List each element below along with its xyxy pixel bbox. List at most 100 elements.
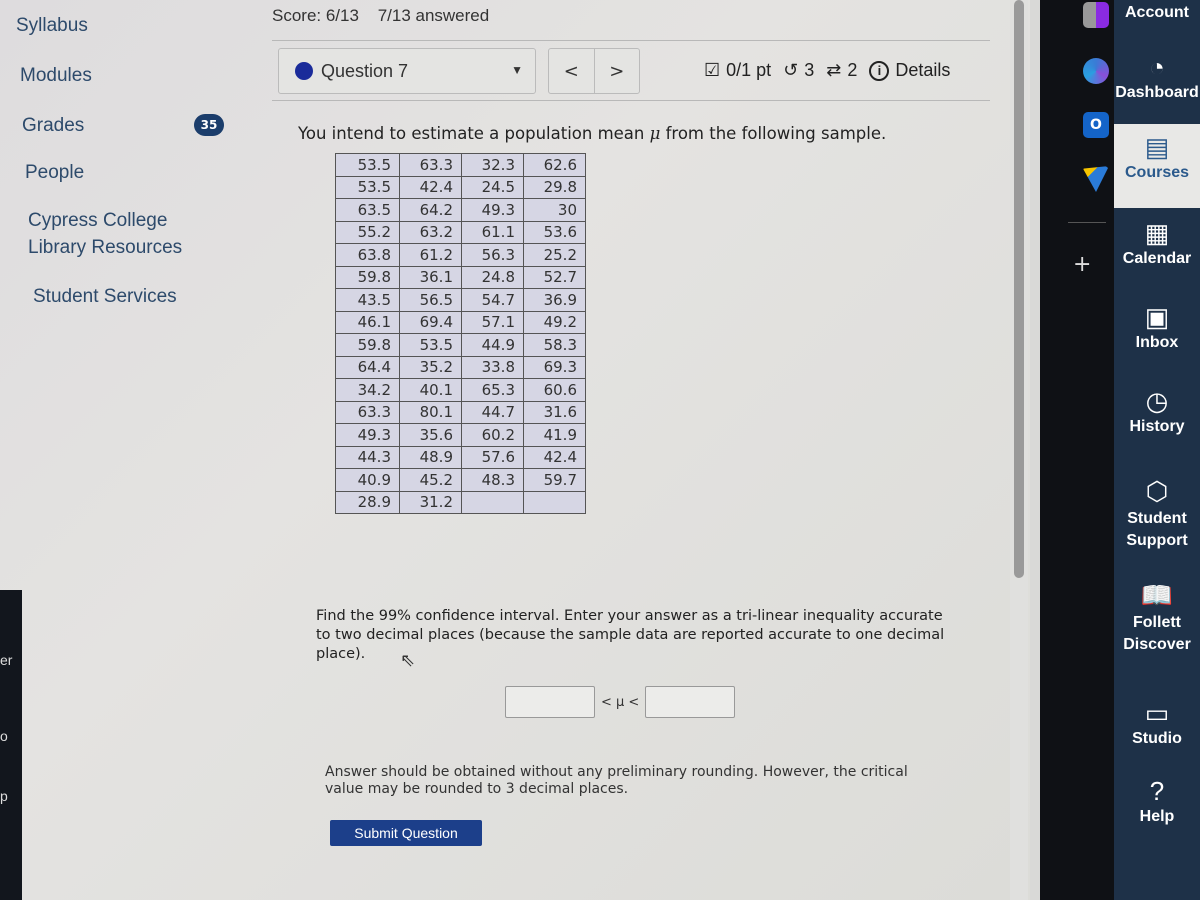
table-cell: 33.8 <box>461 355 524 379</box>
global-nav-help[interactable]: ? Help <box>1114 776 1200 826</box>
rounding-note: Answer should be obtained without any pr… <box>325 764 908 797</box>
table-row: 63.5 64.2 49.3 30 <box>335 198 586 222</box>
confidence-interval-answer: < μ < <box>505 686 736 718</box>
calendar-label: Calendar <box>1122 250 1192 267</box>
table-row: 63.3 80.1 44.7 31.6 <box>335 400 586 424</box>
table-cell: 64.4 <box>335 355 400 379</box>
global-nav-studio[interactable]: ▭ Studio <box>1114 698 1200 748</box>
table-cell: 54.7 <box>461 288 524 312</box>
submit-question-button[interactable]: Submit Question <box>330 820 482 846</box>
table-cell: 63.3 <box>399 153 462 177</box>
table-cell: 44.9 <box>461 333 524 357</box>
table-cell: 60.2 <box>461 423 524 447</box>
table-cell: 35.2 <box>399 355 462 379</box>
details-link[interactable]: Details <box>895 60 950 81</box>
global-nav-courses[interactable]: ▤ Courses <box>1114 124 1200 208</box>
courses-icon: ▤ <box>1144 132 1170 162</box>
table-row: 64.4 35.2 33.8 69.3 <box>335 355 586 379</box>
table-cell: 31.2 <box>399 490 462 514</box>
library-resources-line2: Library Resources <box>28 237 183 258</box>
table-cell: 59.7 <box>523 468 586 492</box>
table-cell: 53.5 <box>335 153 400 177</box>
table-row: 34.2 40.1 65.3 60.6 <box>335 378 586 402</box>
course-nav-syllabus[interactable]: Syllabus <box>16 12 88 39</box>
table-row: 44.3 48.9 57.6 42.4 <box>335 445 586 469</box>
attempts-count: 2 <box>847 60 858 80</box>
follett-discover-icon: 📖 <box>1140 580 1174 610</box>
global-nav-inbox[interactable]: ▣ Inbox <box>1114 302 1200 352</box>
table-cell: 65.3 <box>461 378 524 402</box>
history-icon: ◷ <box>1145 386 1169 416</box>
table-cell: 59.8 <box>335 333 400 357</box>
table-cell: 58.3 <box>523 333 586 357</box>
table-row: 40.9 45.2 48.3 59.7 <box>335 468 586 492</box>
table-cell: 63.5 <box>335 198 400 222</box>
next-question-button[interactable]: > <box>595 49 640 93</box>
table-cell: 63.2 <box>399 220 462 244</box>
table-cell: 35.6 <box>399 423 462 447</box>
course-nav-library-resources[interactable]: Cypress College Library Resources <box>28 207 182 261</box>
table-cell: 24.8 <box>461 265 524 289</box>
table-cell: 63.8 <box>335 243 400 267</box>
course-nav-student-services[interactable]: Student Services <box>33 283 177 310</box>
mu-symbol: μ <box>649 124 661 143</box>
student-support-label: Student Support <box>1126 510 1188 549</box>
lower-bound-input[interactable] <box>505 686 595 718</box>
table-cell: 36.9 <box>523 288 586 312</box>
global-nav-calendar[interactable]: ▦ Calendar <box>1114 218 1200 268</box>
table-row: 49.3 35.6 60.2 41.9 <box>335 423 586 447</box>
prompt-text-end: from the following sample. <box>660 124 887 143</box>
table-cell: 69.3 <box>523 355 586 379</box>
global-nav-dashboard[interactable]: ◔ Dashboard <box>1114 52 1200 102</box>
table-cell: 45.2 <box>399 468 462 492</box>
table-row: 43.5 56.5 54.7 36.9 <box>335 288 586 312</box>
copilot-icon[interactable] <box>1083 58 1109 84</box>
inequality-symbol: < μ < <box>601 694 640 710</box>
global-nav-follett-discover[interactable]: 📖 Follett Discover <box>1114 580 1200 656</box>
previous-question-button[interactable]: < <box>549 49 595 93</box>
table-cell: 64.2 <box>399 198 462 222</box>
scrollbar-thumb[interactable] <box>1014 0 1024 578</box>
question-prompt: You intend to estimate a population mean… <box>298 124 886 143</box>
outlook-icon[interactable]: O <box>1083 112 1109 138</box>
add-icon[interactable]: + <box>1073 252 1091 277</box>
table-cell: 28.9 <box>335 490 400 514</box>
chess-app-icon[interactable] <box>1083 2 1109 28</box>
global-nav-student-support[interactable]: ⬡ Student Support <box>1114 476 1200 552</box>
table-cell: 80.1 <box>399 400 462 424</box>
table-cell: 56.5 <box>399 288 462 312</box>
table-cell: 41.9 <box>523 423 586 447</box>
table-cell: 42.4 <box>523 445 586 469</box>
upper-bound-input[interactable] <box>645 686 736 718</box>
course-nav-grades[interactable]: Grades <box>22 112 84 139</box>
table-cell: 62.6 <box>523 153 586 177</box>
table-row: 53.5 63.3 32.3 62.6 <box>335 153 586 177</box>
question-meta: ☑ 0/1 pt ↺ 3 ⇄ 2 i Details <box>704 60 950 81</box>
table-cell: 29.8 <box>523 175 586 199</box>
prompt-text: You intend to estimate a population mean <box>298 124 650 143</box>
table-cell: 44.3 <box>335 445 400 469</box>
table-cell: 56.3 <box>461 243 524 267</box>
header-divider-bottom <box>272 100 990 101</box>
caret-down-icon: ▼ <box>511 63 523 77</box>
calendar-icon: ▦ <box>1144 218 1170 248</box>
studio-icon: ▭ <box>1144 698 1170 728</box>
table-cell: 61.2 <box>399 243 462 267</box>
table-cell: 46.1 <box>335 310 400 334</box>
checkbox-icon: ☑ <box>704 60 721 80</box>
table-cell: 36.1 <box>399 265 462 289</box>
course-nav-people[interactable]: People <box>25 159 84 186</box>
help-label: Help <box>1139 808 1175 825</box>
table-cell: 57.1 <box>461 310 524 334</box>
attempts-icon: ⇄ <box>826 60 842 80</box>
edge-text-fragment: p <box>0 788 8 804</box>
global-nav-account[interactable]: Account <box>1114 4 1200 22</box>
course-nav-modules[interactable]: Modules <box>20 62 92 89</box>
table-cell: 40.9 <box>335 468 400 492</box>
global-nav-history[interactable]: ◷ History <box>1114 386 1200 436</box>
info-icon[interactable]: i <box>869 60 890 81</box>
points-value: 0/1 pt <box>726 60 772 80</box>
table-cell: 40.1 <box>399 378 462 402</box>
account-label: Account <box>1125 4 1189 21</box>
question-selector[interactable]: Question 7 ▼ <box>278 48 536 94</box>
